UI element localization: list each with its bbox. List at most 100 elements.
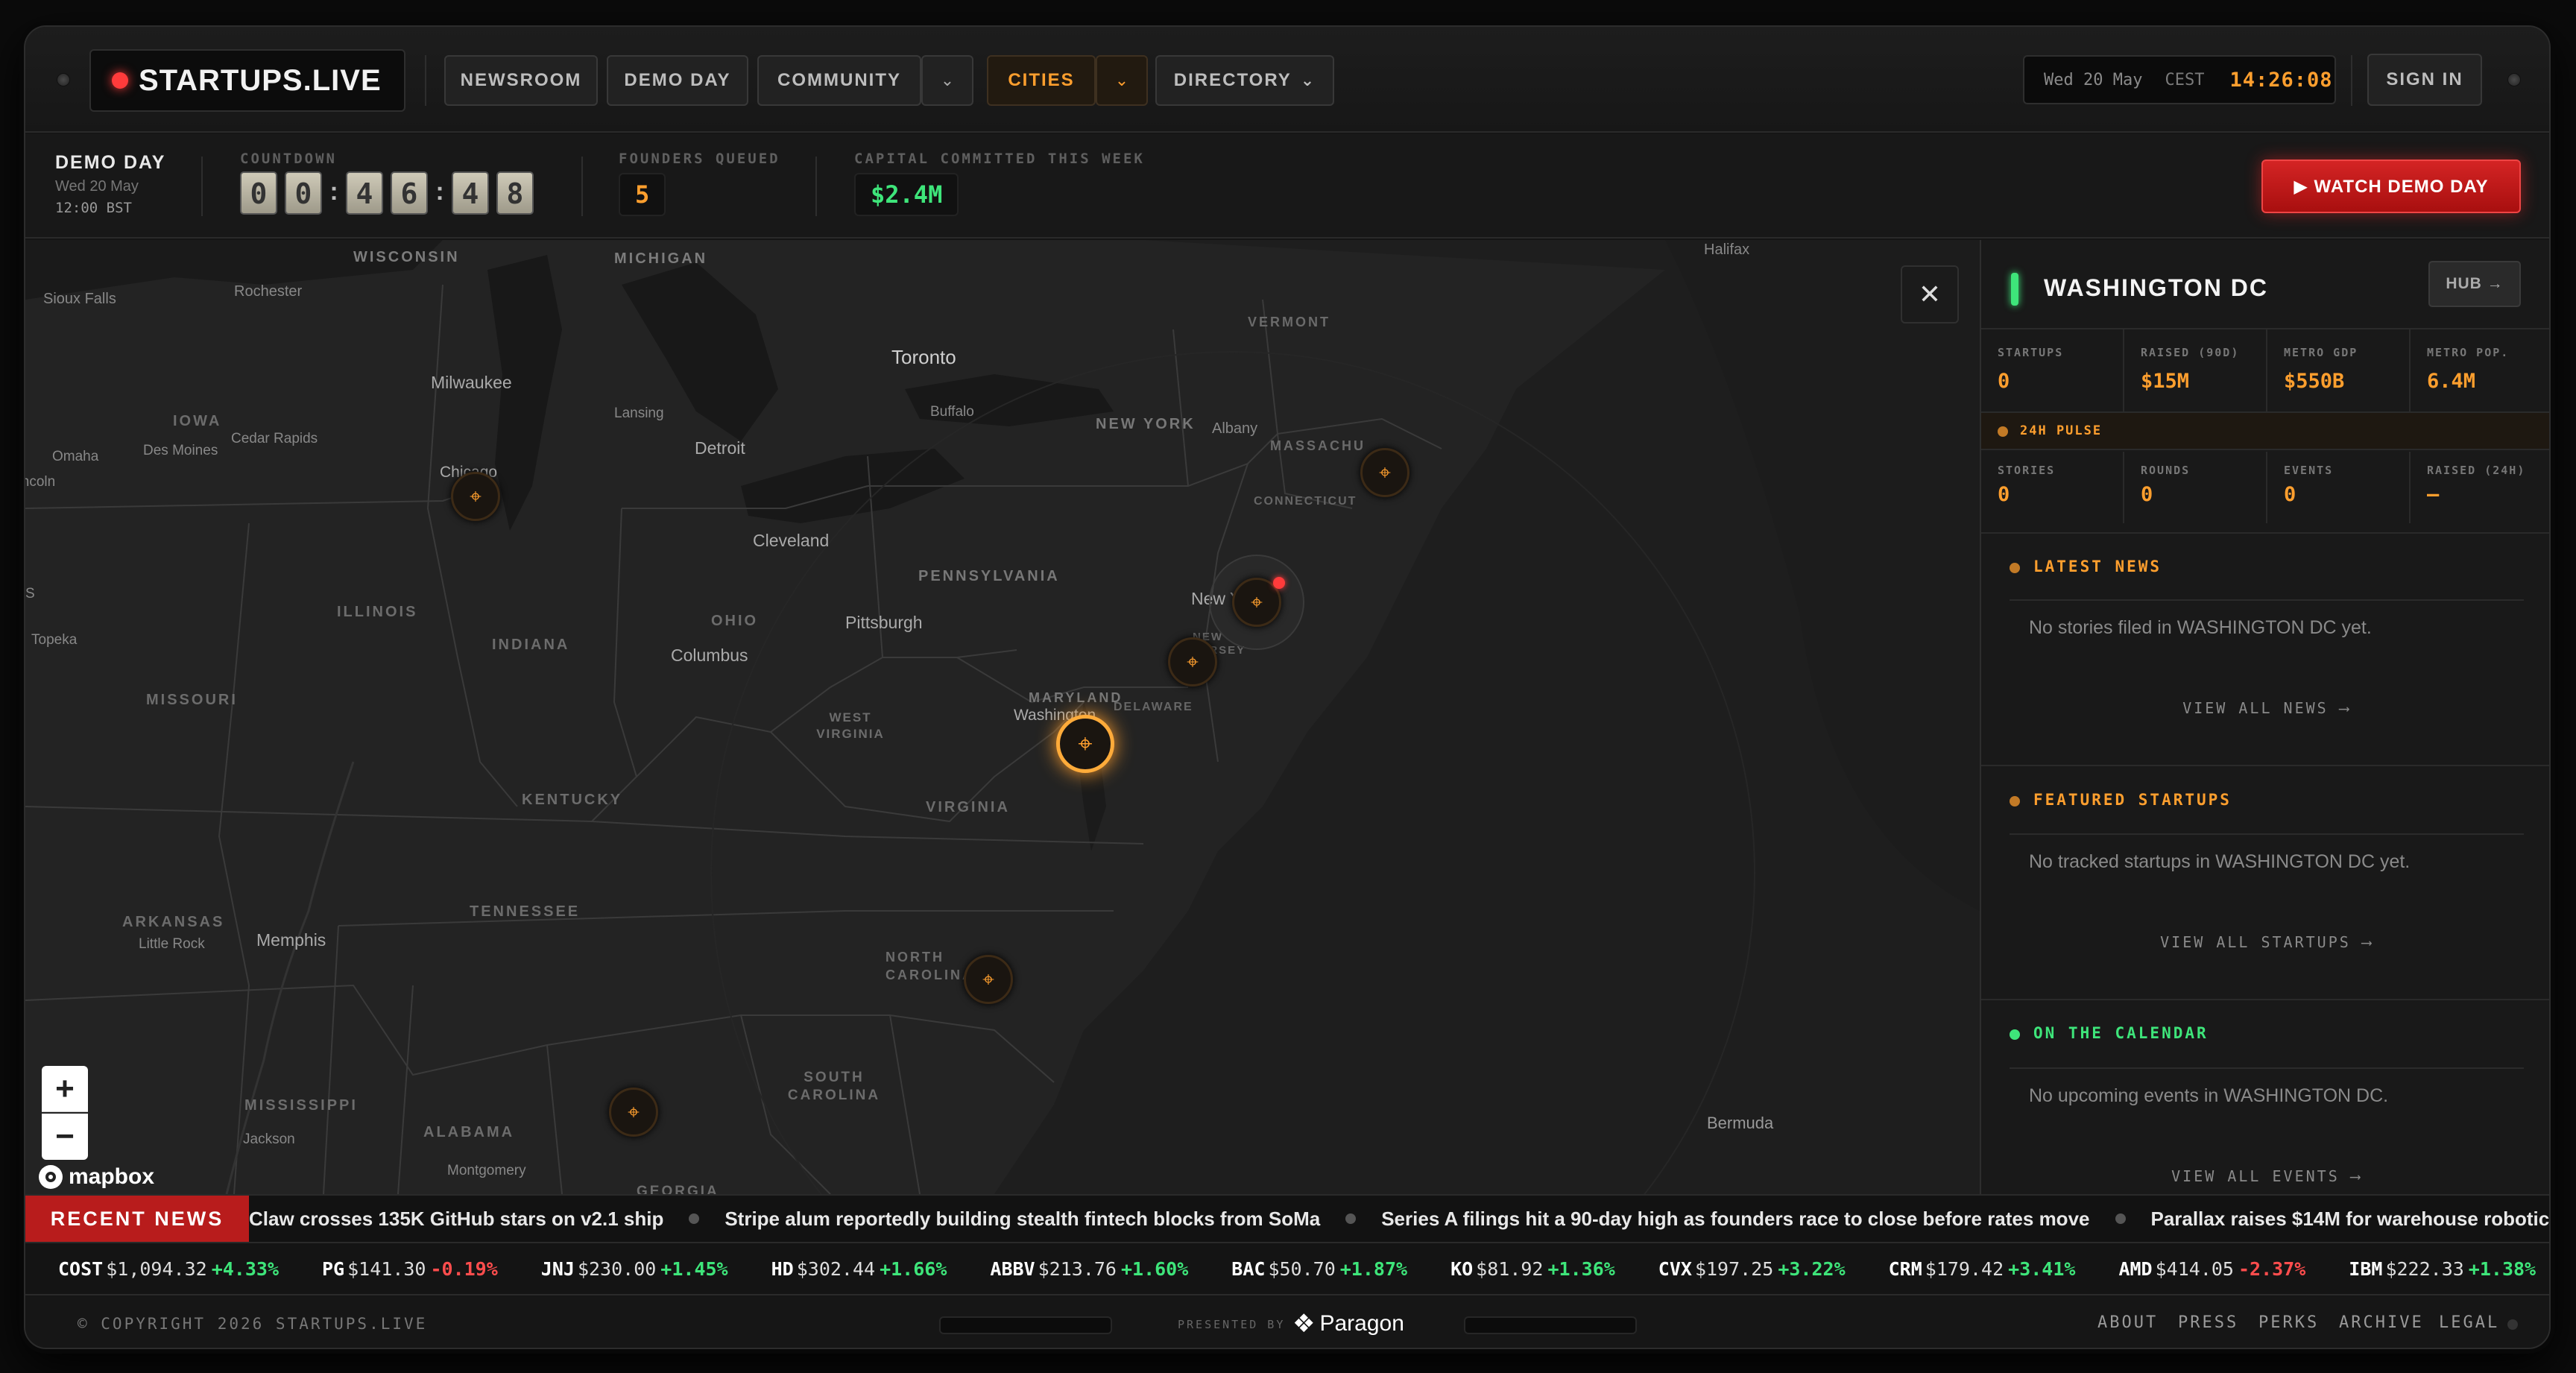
- stat-value: 0: [2141, 483, 2153, 506]
- recent-news-label: RECENT NEWS: [25, 1196, 249, 1242]
- view-all-startups-link[interactable]: VIEW ALL STARTUPS ⟶: [1981, 933, 2549, 951]
- city-marker-selected[interactable]: ⌖: [1056, 715, 1114, 773]
- map-label: SOUTH CAROLINA: [787, 1070, 881, 1103]
- city-marker[interactable]: ⌖: [1360, 448, 1409, 497]
- map-pin-icon: ⌖: [982, 967, 994, 991]
- news-headline[interactable]: Parallax raises $14M for warehouse robot…: [2151, 1208, 2550, 1231]
- stock-quote[interactable]: BAC $50.70 +1.87%: [1231, 1258, 1407, 1280]
- copyright-text: © COPYRIGHT 2026 STARTUPS.LIVE: [78, 1315, 428, 1333]
- footer-link-perks[interactable]: PERKS: [2258, 1313, 2319, 1332]
- stock-price: $141.30: [347, 1257, 426, 1280]
- map-label: NORTH CAROLINA: [886, 950, 974, 982]
- zoom-out-button[interactable]: −: [42, 1114, 88, 1160]
- stock-quote[interactable]: COST $1,094.32 +4.33%: [58, 1258, 279, 1280]
- cities-dropdown-chevron-icon[interactable]: ⌄: [1096, 55, 1148, 106]
- divider: [1981, 999, 2549, 1000]
- mapbox-logo-icon: [39, 1165, 63, 1189]
- capital-committed-label: CAPITAL COMMITTED THIS WEEK: [854, 151, 1145, 167]
- stock-price: $213.76: [1038, 1257, 1117, 1280]
- stock-quote[interactable]: PG $141.30 -0.19%: [322, 1258, 498, 1280]
- map-label: NEW YORK: [1096, 416, 1196, 432]
- countdown-digit: 4: [346, 171, 383, 215]
- founders-queued-label: FOUNDERS QUEUED: [619, 151, 780, 167]
- sign-in-button[interactable]: SIGN IN: [2367, 54, 2482, 106]
- clock-date: Wed 20 May: [2044, 70, 2143, 89]
- zoom-in-button[interactable]: +: [42, 1066, 88, 1112]
- nav-directory[interactable]: DIRECTORY ⌄: [1155, 55, 1334, 106]
- stat-value: 0: [1998, 370, 2010, 393]
- city-marker[interactable]: ⌖: [964, 955, 1013, 1004]
- footer-link-about[interactable]: ABOUT: [2097, 1313, 2158, 1332]
- stock-quote[interactable]: JNJ $230.00 +1.45%: [541, 1258, 728, 1280]
- map-label: Cedar Rapids: [231, 431, 318, 446]
- divider: [581, 157, 583, 216]
- view-all-news-link[interactable]: VIEW ALL NEWS ⟶: [1981, 699, 2549, 717]
- stock-price: $302.44: [796, 1257, 876, 1280]
- stock-quote[interactable]: IBM $222.33 +1.38%: [2349, 1258, 2536, 1280]
- city-marker[interactable]: ⌖: [451, 472, 500, 521]
- stock-price: $414.05: [2155, 1257, 2234, 1280]
- pulse-stories: STORIES 0: [1981, 452, 2124, 523]
- hub-button[interactable]: HUB →: [2428, 261, 2521, 307]
- map-canvas[interactable]: WISCONSIN MICHIGAN Halifax Sioux Falls R…: [25, 240, 1980, 1194]
- map-label: DELAWARE: [1114, 701, 1193, 713]
- footer-link-legal[interactable]: LEGAL: [2439, 1313, 2499, 1332]
- map-label: PENNSYLVANIA: [918, 568, 1060, 584]
- stock-quote[interactable]: AMD $414.05 -2.37%: [2118, 1258, 2305, 1280]
- countdown-digits: 00:46:48: [240, 171, 541, 215]
- site-logo[interactable]: STARTUPS.LIVE: [89, 49, 405, 112]
- screw-icon: [2507, 73, 2521, 86]
- news-headline[interactable]: Stripe alum reportedly building stealth …: [724, 1208, 1320, 1231]
- calendar-title: ON THE CALENDAR: [2033, 1024, 2209, 1042]
- stock-quote[interactable]: CVX $197.25 +3.22%: [1658, 1258, 1846, 1280]
- countdown-label: COUNTDOWN: [240, 151, 337, 167]
- map-pin-icon: ⌖: [470, 484, 482, 508]
- pulse-events: EVENTS 0: [2267, 452, 2411, 523]
- map-label: Jackson: [243, 1131, 295, 1147]
- stock-quote[interactable]: CRM $179.42 +3.41%: [1889, 1258, 2076, 1280]
- decorative-slot: [939, 1316, 1112, 1334]
- nav-demo-day[interactable]: DEMO DAY: [607, 55, 748, 106]
- nav-cities[interactable]: CITIES: [987, 55, 1096, 106]
- countdown: COUNTDOWN 00:46:48: [240, 151, 541, 215]
- footer-link-press[interactable]: PRESS: [2178, 1313, 2238, 1332]
- news-headline[interactable]: Series A filings hit a 90-day high as fo…: [1381, 1208, 2089, 1231]
- stock-symbol: COST: [58, 1257, 104, 1280]
- nav-community[interactable]: COMMUNITY: [757, 55, 921, 106]
- mapbox-attribution[interactable]: mapbox: [39, 1164, 154, 1190]
- map-label: Cleveland: [753, 531, 830, 550]
- map-pin-icon: ⌖: [1187, 649, 1199, 673]
- map-label: Albany: [1212, 420, 1258, 437]
- news-headline[interactable]: Claw crosses 135K GitHub stars on v2.1 s…: [249, 1208, 663, 1231]
- stock-price: $230.00: [577, 1257, 657, 1280]
- footer-link-archive[interactable]: ARCHIVE: [2339, 1313, 2424, 1332]
- stock-symbol: ABBV: [990, 1257, 1035, 1280]
- city-marker[interactable]: ⌖: [609, 1088, 658, 1137]
- sponsor-logo[interactable]: ❖ Paragon: [1292, 1309, 1404, 1339]
- top-header: STARTUPS.LIVE NEWSROOM DEMO DAY COMMUNIT…: [25, 27, 2549, 133]
- stat-label: ROUNDS: [2141, 464, 2191, 477]
- stock-symbol: JNJ: [540, 1257, 575, 1280]
- community-dropdown-chevron-icon[interactable]: ⌄: [921, 55, 973, 106]
- founders-queued: FOUNDERS QUEUED 5: [619, 151, 780, 216]
- map-label: KENTUCKY: [522, 792, 623, 808]
- stock-price: $197.25: [1694, 1257, 1774, 1280]
- live-dot-icon: [112, 72, 128, 89]
- map-label: MICHIGAN: [614, 250, 708, 267]
- map-label: Topeka: [31, 632, 78, 648]
- countdown-digit: 0: [285, 171, 322, 215]
- capital-committed: CAPITAL COMMITTED THIS WEEK $2.4M: [854, 151, 1145, 216]
- watch-demo-day-button[interactable]: ▶ WATCH DEMO DAY: [2261, 160, 2521, 213]
- nav-newsroom[interactable]: NEWSROOM: [444, 55, 598, 106]
- stat-label: EVENTS: [2284, 464, 2334, 477]
- stock-quote[interactable]: KO $81.92 +1.36%: [1450, 1258, 1615, 1280]
- map-label: Columbus: [671, 646, 748, 665]
- stock-quote[interactable]: HD $302.44 +1.66%: [771, 1258, 947, 1280]
- clock-time: 14:26:08: [2229, 68, 2333, 92]
- view-all-events-link[interactable]: VIEW ALL EVENTS ⟶: [1981, 1167, 2549, 1185]
- close-panel-button[interactable]: ✕: [1901, 265, 1959, 323]
- stock-quote[interactable]: ABBV $213.76 +1.60%: [990, 1258, 1188, 1280]
- stock-change: +3.41%: [2008, 1257, 2076, 1280]
- city-marker[interactable]: ⌖: [1168, 637, 1217, 686]
- stat-label: METRO POP.: [2427, 346, 2510, 359]
